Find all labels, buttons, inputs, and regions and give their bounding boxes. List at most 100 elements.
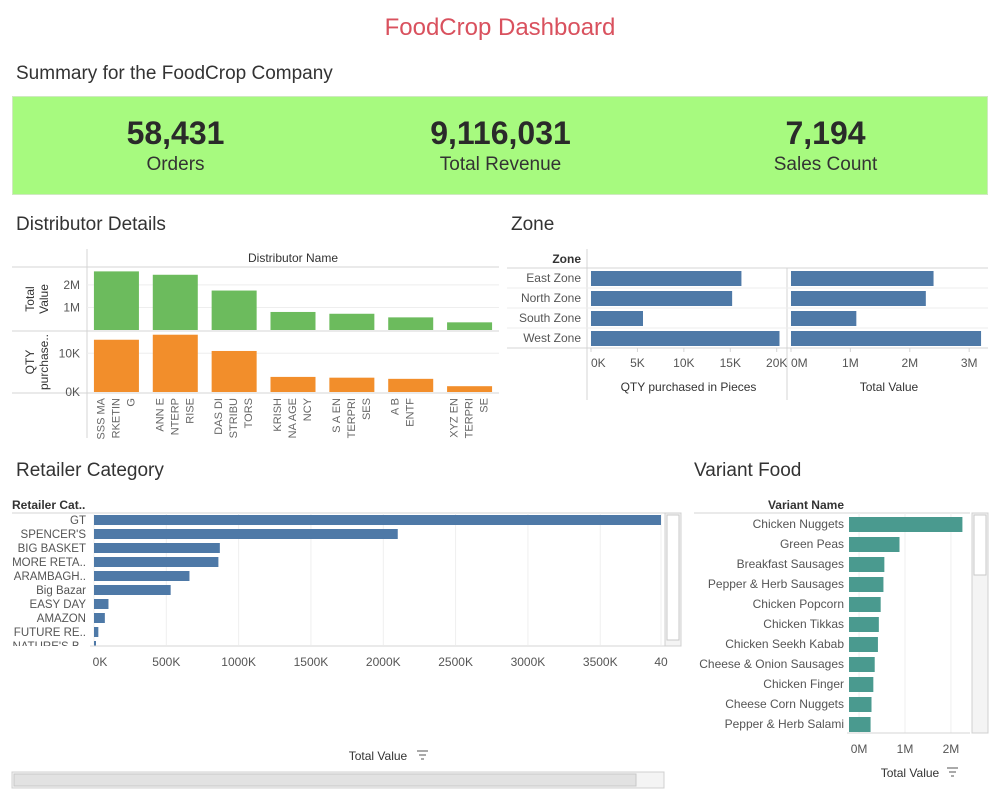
- zone-value-bar[interactable]: [791, 311, 857, 326]
- distributor-tick-label: 2M: [63, 278, 80, 292]
- retailer-row-header: Retailer Cat..: [12, 498, 85, 512]
- distributor-category-label: NCY: [302, 397, 314, 421]
- distributor-category-label: NA AGE: [287, 398, 299, 438]
- variant-bar[interactable]: [849, 637, 878, 652]
- retailer-category-label: Big Bazar: [36, 585, 86, 597]
- distributor-category-label: RKETIN: [110, 398, 122, 438]
- retailer-tick-label: 1000K: [221, 655, 256, 669]
- variant-bar[interactable]: [849, 577, 884, 592]
- variant-tick-label: 1M: [897, 742, 914, 756]
- distributor-category-label: TORS: [243, 398, 255, 428]
- zone-value-bar[interactable]: [791, 271, 934, 286]
- zone-row-header: Zone: [552, 252, 581, 266]
- variant-vscroll-thumb[interactable]: [973, 514, 987, 576]
- distributor-category-label: ANN E: [154, 398, 166, 432]
- variant-bar[interactable]: [849, 557, 885, 572]
- variant-category-label: Green Peas: [780, 537, 844, 551]
- distributor-category-label: XYZ EN: [449, 398, 461, 438]
- distributor-category-label: STRIBU: [228, 398, 240, 438]
- retailer-bar[interactable]: [94, 543, 220, 553]
- zone-qty-bar[interactable]: [591, 291, 733, 306]
- distributor-axis-label: Value: [37, 284, 51, 314]
- retailer-bar[interactable]: [94, 599, 109, 609]
- retailer-category-label: GT: [70, 515, 86, 527]
- distributor-category-label: G: [125, 398, 137, 407]
- retailer-tick-label: 2500K: [438, 655, 473, 669]
- distributor-value-bar[interactable]: [447, 322, 493, 330]
- retailer-bar[interactable]: [94, 627, 99, 637]
- distributor-category-label: TERPRI: [346, 398, 358, 438]
- variant-category-label: Cheese Corn Nuggets: [725, 697, 844, 711]
- distributor-category-label: SE: [479, 398, 491, 413]
- variant-bar[interactable]: [849, 617, 879, 632]
- distributor-tick-label: 10K: [59, 346, 80, 360]
- zone-tick-label: 15K: [720, 356, 741, 370]
- variant-category-label: Cheese & Onion Sausages: [699, 657, 844, 671]
- retailer-bar[interactable]: [94, 613, 105, 623]
- distributor-category-label: TERPRI: [464, 398, 476, 438]
- variant-bar[interactable]: [849, 717, 871, 732]
- zone-axis-title: QTY purchased in Pieces: [621, 380, 757, 394]
- zone-category-label: West Zone: [523, 331, 581, 345]
- zone-qty-bar[interactable]: [591, 311, 643, 326]
- distributor-qty-bar[interactable]: [388, 378, 434, 392]
- distributor-category-label: SSS MA: [95, 397, 107, 439]
- charts-canvas: Distributor Name Total Value 1M 2M QTY purchas…: [0, 249, 989, 789]
- retailer-tick-label: 40: [654, 655, 668, 669]
- zone-value-bar[interactable]: [791, 291, 926, 306]
- distributor-value-bar[interactable]: [152, 274, 198, 330]
- variant-bar[interactable]: [849, 537, 900, 552]
- zone-tick-label: 0K: [591, 356, 606, 370]
- distributor-tick-label: 0K: [65, 385, 80, 399]
- zone-tick-label: 1M: [842, 356, 859, 370]
- distributor-value-bar[interactable]: [329, 313, 375, 330]
- distributor-value-bar[interactable]: [93, 271, 139, 330]
- retailer-tick-label: 3500K: [583, 655, 618, 669]
- distributor-category-label: SES: [361, 398, 373, 420]
- distributor-category-label: S A EN: [331, 398, 343, 433]
- retailer-bar[interactable]: [94, 585, 171, 595]
- retailer-bar[interactable]: [94, 571, 190, 581]
- distributor-value-bar[interactable]: [388, 317, 434, 330]
- variant-axis-title: Total Value: [881, 766, 940, 780]
- distributor-qty-bar[interactable]: [211, 350, 257, 392]
- zone-value-bar[interactable]: [791, 331, 982, 346]
- variant-category-label: Chicken Tikkas: [763, 617, 844, 631]
- retailer-category-label: EASY DAY: [30, 599, 87, 611]
- retailer-bar[interactable]: [94, 529, 398, 539]
- retailer-category-label: AMAZON: [37, 613, 86, 625]
- distributor-value-bar[interactable]: [211, 290, 257, 330]
- retailer-vscroll-thumb[interactable]: [666, 514, 680, 641]
- distributor-qty-bar[interactable]: [270, 376, 316, 392]
- distributor-qty-bar[interactable]: [152, 334, 198, 392]
- zone-qty-bar[interactable]: [591, 271, 742, 286]
- variant-bar[interactable]: [849, 597, 881, 612]
- zone-tick-label: 5K: [630, 356, 645, 370]
- distributor-qty-bar[interactable]: [329, 377, 375, 392]
- retailer-category-label: BIG BASKET: [18, 543, 86, 555]
- zone-tick-label: 2M: [901, 356, 918, 370]
- zone-qty-bar[interactable]: [591, 331, 780, 346]
- distributor-category-label: RISE: [184, 398, 196, 424]
- distributor-qty-bar[interactable]: [93, 339, 139, 392]
- retailer-hscroll-thumb[interactable]: [13, 773, 637, 787]
- retailer-bar[interactable]: [94, 515, 661, 525]
- distributor-axis-label: Total: [23, 286, 37, 311]
- variant-category-label: Pepper & Herb Salami: [725, 717, 844, 731]
- zone-tick-label: 0M: [791, 356, 808, 370]
- retailer-category-label: SPENCER'S: [21, 529, 87, 541]
- variant-bar[interactable]: [849, 677, 874, 692]
- retailer-bar[interactable]: [94, 557, 219, 567]
- retailer-category-label: ARAMBAGH..: [14, 571, 86, 583]
- distributor-qty-bar[interactable]: [447, 386, 493, 392]
- zone-category-label: South Zone: [519, 311, 581, 325]
- retailer-tick-label: 500K: [152, 655, 180, 669]
- variant-bar[interactable]: [849, 697, 872, 712]
- zone-axis-title: Total Value: [860, 380, 919, 394]
- variant-category-label: Breakfast Sausages: [737, 557, 844, 571]
- distributor-value-bar[interactable]: [270, 311, 316, 330]
- retailer-tick-label: 0K: [93, 655, 108, 669]
- distributor-axis-label: purchase..: [37, 334, 51, 390]
- variant-bar[interactable]: [849, 517, 963, 532]
- variant-bar[interactable]: [849, 657, 875, 672]
